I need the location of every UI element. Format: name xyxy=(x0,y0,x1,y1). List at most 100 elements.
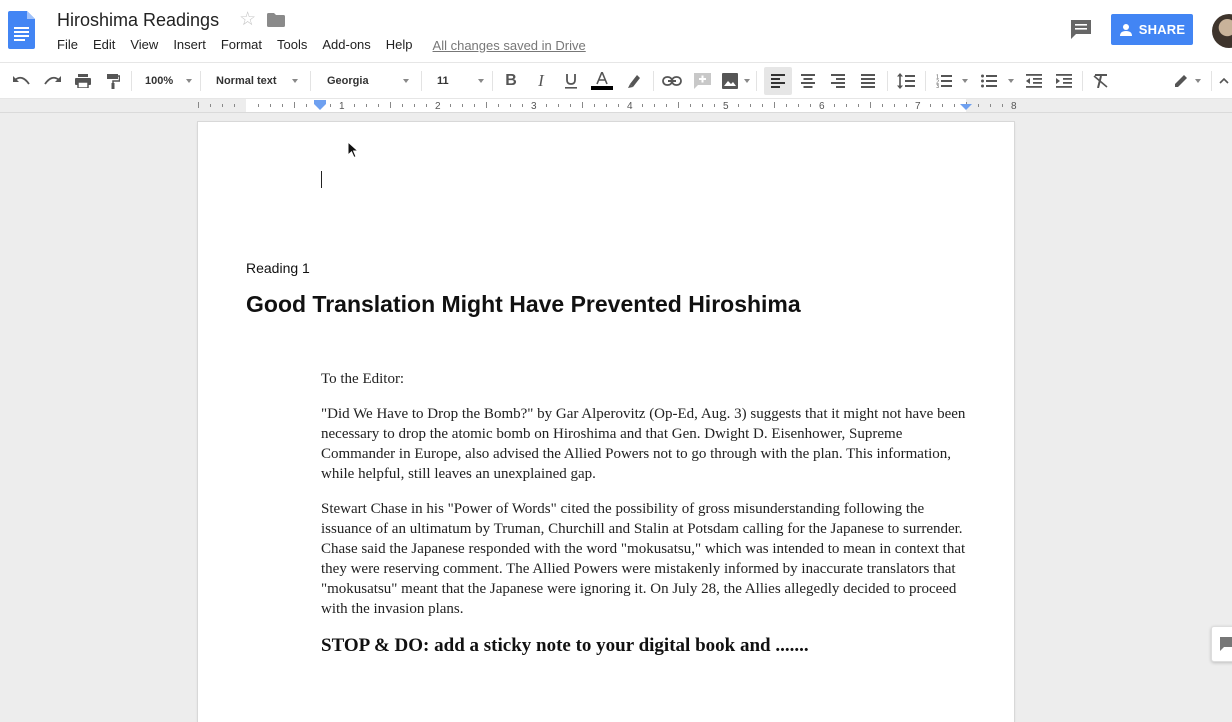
menu-file[interactable]: File xyxy=(57,36,78,54)
ruler-tick xyxy=(1002,104,1003,107)
highlight-icon[interactable] xyxy=(623,63,645,99)
toolbar-separator xyxy=(310,71,311,91)
ruler-tick xyxy=(654,104,655,107)
ruler-tick xyxy=(510,104,511,107)
chevron-down-icon[interactable] xyxy=(744,79,750,83)
share-label: SHARE xyxy=(1138,22,1186,37)
avatar[interactable] xyxy=(1212,14,1232,48)
image-icon[interactable] xyxy=(719,63,741,99)
toolbar-separator xyxy=(492,71,493,91)
body-paragraph-1: "Did We Have to Drop the Bomb?" by Gar A… xyxy=(321,406,966,482)
ruler-tick xyxy=(570,104,571,107)
menu-insert[interactable]: Insert xyxy=(173,36,206,54)
title-row: Hiroshima Readings ☆ xyxy=(57,8,286,32)
toolbar-separator xyxy=(1082,71,1083,91)
toolbar-separator xyxy=(653,71,654,91)
menu-format[interactable]: Format xyxy=(221,36,262,54)
ruler-tick xyxy=(582,102,583,108)
style-value: Normal text xyxy=(216,75,277,87)
explore-button[interactable] xyxy=(1211,626,1232,662)
toolbar-separator xyxy=(925,71,926,91)
add-comment-icon[interactable] xyxy=(691,63,713,99)
redo-icon[interactable] xyxy=(41,63,63,99)
chevron-down-icon xyxy=(292,79,298,83)
ruler-tick xyxy=(798,104,799,107)
ruler-tick xyxy=(738,104,739,107)
reading-label: Reading 1 xyxy=(246,260,310,276)
increase-indent-icon[interactable] xyxy=(1053,63,1075,99)
ruler-tick xyxy=(906,104,907,107)
star-icon[interactable]: ☆ xyxy=(239,10,257,29)
toolbar-separator xyxy=(887,71,888,91)
ruler-tick xyxy=(222,104,223,107)
align-right-icon[interactable] xyxy=(827,63,849,99)
chevron-down-icon[interactable] xyxy=(1195,79,1201,83)
ruler-tick xyxy=(618,104,619,107)
chevron-down-icon xyxy=(186,79,192,83)
ruler-tick xyxy=(882,104,883,107)
chevron-down-icon[interactable] xyxy=(1008,79,1014,83)
ruler-tick xyxy=(486,102,487,108)
save-status-link[interactable]: All changes saved in Drive xyxy=(433,38,586,53)
numbered-list-icon[interactable]: 123 xyxy=(933,63,955,99)
document-title[interactable]: Hiroshima Readings xyxy=(57,8,219,32)
document-heading: Good Translation Might Have Prevented Hi… xyxy=(246,291,801,317)
italic-icon[interactable]: I xyxy=(530,63,552,99)
chevron-up-icon[interactable] xyxy=(1217,63,1231,99)
link-icon[interactable] xyxy=(661,63,683,99)
underline-icon[interactable] xyxy=(560,63,582,99)
menu-view[interactable]: View xyxy=(130,36,158,54)
bold-icon[interactable]: B xyxy=(500,63,522,99)
ruler-tick xyxy=(690,104,691,107)
ruler-tick xyxy=(402,104,403,107)
ruler-tick xyxy=(750,104,751,107)
font-size-select[interactable]: 11 xyxy=(437,72,484,90)
justify-icon[interactable] xyxy=(857,63,879,99)
ruler-tick xyxy=(498,104,499,107)
toolbar-separator xyxy=(756,71,757,91)
clear-formatting-icon[interactable] xyxy=(1090,63,1112,99)
ruler-tick xyxy=(270,104,271,107)
menu-edit[interactable]: Edit xyxy=(93,36,115,54)
menu-help[interactable]: Help xyxy=(386,36,413,54)
menu-addons[interactable]: Add-ons xyxy=(322,36,370,54)
ruler-tick xyxy=(762,104,763,107)
stop-do-instruction: STOP & DO: add a sticky note to your dig… xyxy=(321,635,809,656)
undo-icon[interactable] xyxy=(11,63,33,99)
salutation-paragraph: To the Editor: xyxy=(321,371,405,387)
ruler-tick xyxy=(414,104,415,107)
text-color-icon[interactable] xyxy=(590,63,614,99)
line-spacing-icon[interactable] xyxy=(895,63,917,99)
font-size-value: 11 xyxy=(437,75,449,87)
ruler-tick xyxy=(678,102,679,108)
share-button[interactable]: SHARE xyxy=(1111,14,1193,45)
ruler-tick xyxy=(210,104,211,107)
ruler-tick xyxy=(810,104,811,107)
docs-logo-icon[interactable] xyxy=(8,11,35,49)
ruler[interactable]: 1 2 3 4 5 6 7 8 xyxy=(0,99,1232,113)
toolbar-separator xyxy=(131,71,132,91)
ruler-number: 7 xyxy=(915,101,921,112)
paragraph-style-select[interactable]: Normal text xyxy=(216,72,298,90)
ruler-tick xyxy=(942,104,943,107)
paint-format-icon[interactable] xyxy=(102,63,124,99)
right-indent-marker[interactable] xyxy=(960,100,972,110)
toolbar-separator xyxy=(421,71,422,91)
print-icon[interactable] xyxy=(72,63,94,99)
chevron-down-icon[interactable] xyxy=(962,79,968,83)
ruler-tick xyxy=(642,104,643,107)
align-center-icon[interactable] xyxy=(797,63,819,99)
folder-icon[interactable] xyxy=(267,13,286,27)
comments-icon[interactable] xyxy=(1070,19,1092,39)
ruler-number: 8 xyxy=(1011,101,1017,112)
align-left-icon[interactable] xyxy=(764,67,792,95)
font-select[interactable]: Georgia xyxy=(327,72,409,90)
first-line-indent-marker[interactable] xyxy=(314,100,326,110)
decrease-indent-icon[interactable] xyxy=(1023,63,1045,99)
zoom-select[interactable]: 100% xyxy=(145,72,192,90)
editing-mode-icon[interactable] xyxy=(1170,63,1192,99)
menu-tools[interactable]: Tools xyxy=(277,36,307,54)
bulleted-list-icon[interactable] xyxy=(978,63,1000,99)
ruler-number: 5 xyxy=(723,101,729,112)
ruler-tick xyxy=(594,104,595,107)
